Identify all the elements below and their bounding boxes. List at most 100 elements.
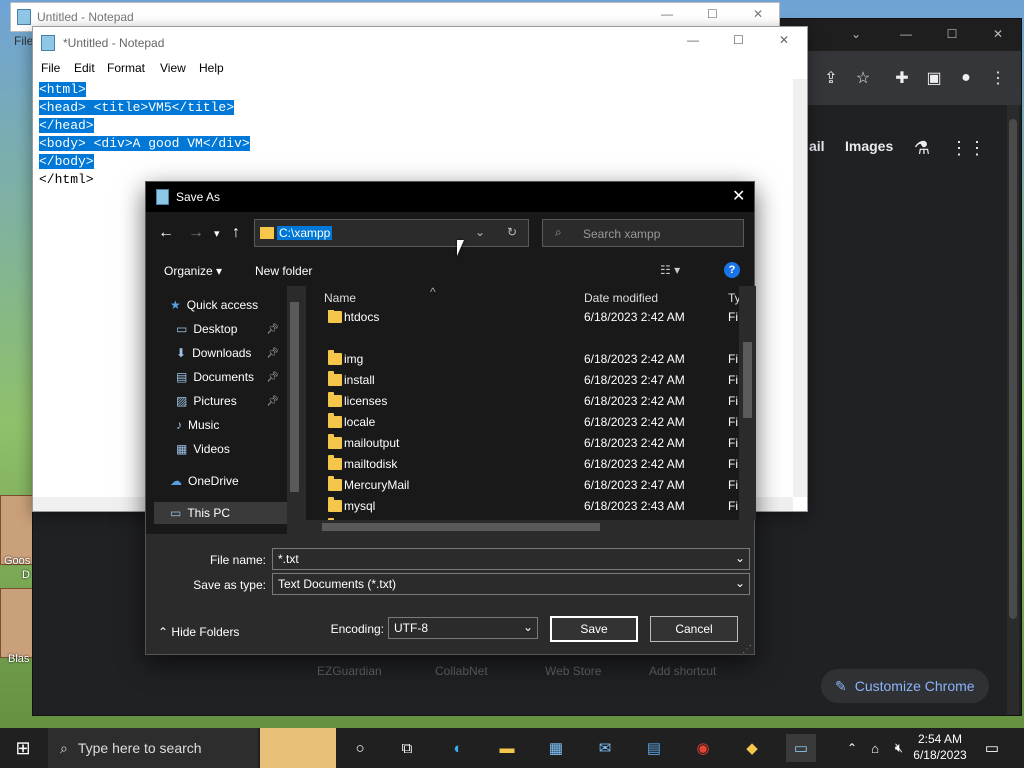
help-icon[interactable]: ?	[724, 262, 740, 278]
app-icon[interactable]: ◆	[737, 734, 767, 762]
back-arrow-icon[interactable]: ←	[158, 224, 174, 242]
windows-start-icon[interactable]: ⊞	[8, 734, 38, 762]
cancel-button[interactable]: Cancel	[650, 616, 738, 642]
cortana-icon[interactable]: ○	[345, 734, 375, 762]
extensions-icon[interactable]: ✚	[891, 67, 913, 89]
encoding-select[interactable]: UTF-8 ⌄	[388, 617, 538, 639]
menu-view[interactable]: View	[160, 61, 186, 75]
tree-item-music[interactable]: ♪ Music	[176, 414, 287, 436]
task-view-icon[interactable]: ⧉	[392, 734, 422, 762]
menu-help[interactable]: Help	[199, 61, 224, 75]
file-list-vertical-scrollbar[interactable]	[739, 286, 756, 520]
chevron-down-icon[interactable]: ⌄	[475, 225, 485, 239]
shortcut-label[interactable]: EZGuardian	[317, 664, 382, 678]
hide-folders-button[interactable]: ⌃ Hide Folders	[158, 625, 239, 639]
menu-edit[interactable]: Edit	[74, 61, 95, 75]
notepad-icon	[17, 9, 31, 25]
tree-item-downloads[interactable]: ⬇ Downloads 📌︎	[176, 342, 287, 364]
close-icon[interactable]: ✕	[779, 33, 789, 47]
file-list-horizontal-scrollbar[interactable]	[306, 520, 739, 534]
chrome-scroll-thumb[interactable]	[1009, 119, 1017, 619]
file-row[interactable]: licenses 6/18/2023 2:42 AM Fi	[306, 390, 739, 411]
file-explorer-icon[interactable]: ▬	[492, 734, 522, 762]
file-row[interactable]: mailtodisk 6/18/2023 2:42 AM Fi	[306, 453, 739, 474]
chevron-down-icon[interactable]: ⌄	[735, 576, 745, 590]
minimize-icon[interactable]: —	[661, 7, 673, 21]
navigation-pane-scrollbar[interactable]	[287, 286, 302, 534]
images-link[interactable]: Images	[845, 138, 893, 154]
shortcut-label[interactable]: CollabNet	[435, 664, 488, 678]
file-row[interactable]: htdocs 6/18/2023 2:42 AM Fi	[306, 306, 739, 327]
column-header-date[interactable]: Date modified	[584, 286, 659, 310]
desktop-app-icon[interactable]	[0, 588, 34, 658]
tree-item-quick-access[interactable]: ★ Quick access	[170, 294, 287, 316]
close-icon[interactable]: ✕	[975, 19, 1021, 49]
scroll-thumb[interactable]	[290, 302, 299, 492]
file-row[interactable]: MercuryMail 6/18/2023 2:47 AM Fi	[306, 474, 739, 495]
system-clock[interactable]: 2:54 AM 6/18/2023	[910, 731, 970, 763]
close-icon[interactable]: ✕	[753, 7, 763, 21]
customize-chrome-button[interactable]: ✎ Customize Chrome	[821, 669, 989, 703]
share-icon[interactable]: ⇪	[820, 67, 842, 89]
notifications-icon[interactable]: ▭	[977, 734, 1007, 762]
side-panel-icon[interactable]: ▣	[923, 67, 945, 89]
apps-grid-icon[interactable]: ⋮⋮	[950, 137, 986, 159]
profile-icon[interactable]: ●	[955, 67, 977, 89]
new-folder-button[interactable]: New folder	[255, 264, 312, 278]
taskbar-search[interactable]: ⌕ Type here to search	[48, 728, 258, 768]
media-icon[interactable]: ▤	[639, 734, 669, 762]
menu-icon[interactable]: ⋮	[987, 67, 1009, 89]
column-header-type[interactable]: Ty	[728, 286, 739, 310]
address-bar[interactable]: C:\xampp ⌄ ↻	[254, 219, 529, 247]
file-row[interactable]: mailoutput 6/18/2023 2:42 AM Fi	[306, 432, 739, 453]
file-date: 6/18/2023 2:42 AM	[584, 456, 685, 471]
tree-item-this-pc[interactable]: ▭ This PC	[154, 502, 287, 524]
store-icon[interactable]: ▦	[541, 734, 571, 762]
labs-icon[interactable]: ⚗	[911, 137, 933, 159]
file-row[interactable]: install 6/18/2023 2:47 AM Fi	[306, 369, 739, 390]
column-header-name[interactable]: Name	[324, 286, 357, 310]
search-box[interactable]: ⌕ Search xampp	[542, 219, 744, 247]
view-options-icon[interactable]: ☷ ▾	[660, 263, 680, 277]
forward-arrow-icon[interactable]: →	[188, 224, 204, 242]
menu-format[interactable]: Format	[107, 61, 145, 75]
tree-item-documents[interactable]: ▤ Documents 📌︎	[176, 366, 287, 388]
minimize-icon[interactable]: —	[883, 19, 929, 49]
recent-locations-icon[interactable]: ▾	[214, 227, 220, 240]
save-type-select[interactable]: Text Documents (*.txt) ⌄	[272, 573, 750, 595]
chevron-down-icon[interactable]: ⌄	[735, 551, 745, 565]
maximize-icon[interactable]: ☐	[733, 33, 744, 47]
file-row[interactable]: locale 6/18/2023 2:42 AM Fi	[306, 411, 739, 432]
save-button[interactable]: Save	[550, 616, 638, 642]
tree-item-videos[interactable]: ▦ Videos	[176, 438, 287, 460]
tree-item-desktop[interactable]: ▭ Desktop 📌︎	[176, 318, 287, 340]
shortcut-label[interactable]: Add shortcut	[649, 664, 716, 678]
menu-file[interactable]: File	[14, 34, 33, 48]
file-row[interactable]: mysql 6/18/2023 2:43 AM Fi	[306, 495, 739, 516]
notepad-taskbar-icon[interactable]: ▭	[786, 734, 816, 762]
tree-item-pictures[interactable]: ▨ Pictures 📌︎	[176, 390, 287, 412]
mail-icon[interactable]: ✉	[590, 734, 620, 762]
scroll-thumb[interactable]	[322, 523, 600, 531]
up-arrow-icon[interactable]: ↑	[232, 224, 240, 242]
file-name-input[interactable]: *.txt ⌄	[272, 548, 750, 570]
chevron-down-icon[interactable]: ⌄	[523, 620, 533, 634]
gmail-link[interactable]: ail	[809, 138, 825, 154]
minimize-icon[interactable]: —	[687, 33, 699, 47]
menu-file[interactable]: File	[41, 61, 60, 75]
tree-item-onedrive[interactable]: ☁ OneDrive	[170, 470, 287, 492]
shortcut-label[interactable]: Web Store	[545, 664, 601, 678]
resize-grip-icon[interactable]: ⋰	[742, 644, 752, 655]
notepad-vertical-scrollbar[interactable]	[793, 79, 807, 497]
scroll-thumb[interactable]	[743, 342, 752, 418]
star-icon[interactable]: ☆	[852, 67, 874, 89]
chrome-icon[interactable]: ◉	[688, 734, 718, 762]
file-row[interactable]: img 6/18/2023 2:42 AM Fi	[306, 348, 739, 369]
close-icon[interactable]: ✕	[732, 186, 745, 206]
maximize-icon[interactable]: ☐	[929, 19, 975, 49]
chevron-down-icon[interactable]: ⌄	[833, 19, 879, 49]
edge-icon[interactable]: ◐	[443, 734, 473, 762]
organize-button[interactable]: Organize ▾	[164, 264, 222, 278]
maximize-icon[interactable]: ☐	[707, 7, 718, 21]
refresh-icon[interactable]: ↻	[507, 225, 517, 239]
